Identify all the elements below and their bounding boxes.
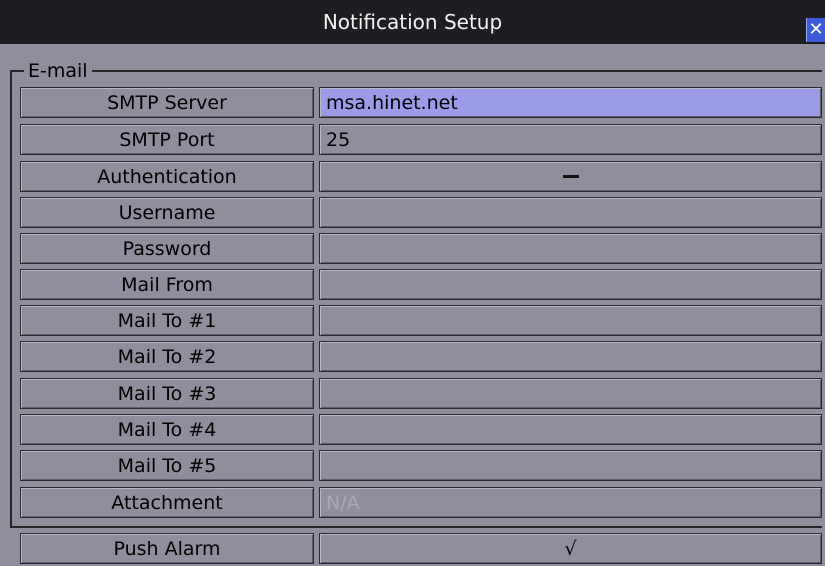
title-bar: Notification Setup ✕ [0,0,825,44]
password-field[interactable] [319,233,822,264]
mail-to-3-label: Mail To #3 [20,378,314,409]
smtp-port-label: SMTP Port [20,124,314,155]
smtp-server-label: SMTP Server [20,87,314,118]
smtp-server-row: SMTP Server msa.hinet.net [20,87,822,120]
mail-to-5-row: Mail To #5 [20,450,822,483]
mail-to-1-label: Mail To #1 [20,305,314,336]
mail-to-5-label: Mail To #5 [20,450,314,481]
password-row: Password [20,233,822,266]
mail-to-1-row: Mail To #1 [20,305,822,338]
push-alarm-checkbox[interactable]: √ [319,533,822,564]
smtp-port-row: SMTP Port 25 [20,124,822,157]
close-icon[interactable]: ✕ [806,18,825,42]
username-field[interactable] [319,197,822,228]
mail-to-4-row: Mail To #4 [20,414,822,447]
attachment-field: N/A [319,487,822,518]
username-label: Username [20,197,314,228]
mail-to-1-field[interactable] [319,305,822,336]
authentication-row: Authentication [20,161,822,194]
attachment-row: Attachment N/A [20,487,822,520]
dash-icon [562,175,579,178]
window-title: Notification Setup [322,10,503,34]
mail-to-5-field[interactable] [319,450,822,481]
authentication-toggle[interactable] [319,161,822,192]
username-row: Username [20,197,822,230]
push-alarm-label: Push Alarm [20,533,314,564]
mail-to-2-row: Mail To #2 [20,341,822,374]
email-group-label: E-mail [24,60,92,82]
mail-from-label: Mail From [20,269,314,300]
mail-from-row: Mail From [20,269,822,302]
push-alarm-row: Push Alarm √ [20,533,822,566]
attachment-label: Attachment [20,487,314,518]
mail-to-4-field[interactable] [319,414,822,445]
smtp-server-field[interactable]: msa.hinet.net [319,87,822,118]
mail-to-2-field[interactable] [319,341,822,372]
mail-to-3-row: Mail To #3 [20,378,822,411]
authentication-label: Authentication [20,161,314,192]
mail-to-4-label: Mail To #4 [20,414,314,445]
smtp-port-field[interactable]: 25 [319,124,822,155]
mail-to-3-field[interactable] [319,378,822,409]
mail-to-2-label: Mail To #2 [20,341,314,372]
password-label: Password [20,233,314,264]
mail-from-field[interactable] [319,269,822,300]
